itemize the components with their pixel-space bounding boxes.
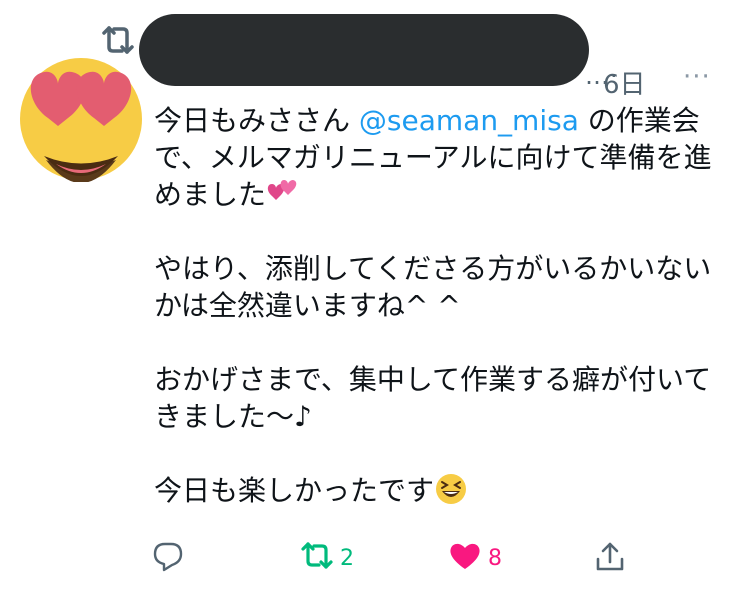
- tweet-line: きました〜♪: [154, 400, 312, 433]
- like-button[interactable]: 8: [448, 540, 502, 576]
- tweet-line: 今日も楽しかったです: [154, 472, 729, 509]
- more-options-icon[interactable]: ···: [683, 62, 711, 92]
- retweet-header-icon: [98, 20, 138, 60]
- avatar[interactable]: [18, 56, 144, 183]
- tweet-line: めました: [154, 176, 729, 213]
- tweet-text: 今日も楽しかったです: [154, 474, 435, 507]
- heart-icon: [448, 540, 482, 576]
- reply-button[interactable]: [152, 540, 184, 576]
- share-button[interactable]: [593, 540, 627, 578]
- retweet-button[interactable]: 2: [300, 540, 354, 576]
- reply-icon: [152, 540, 184, 576]
- tweet-text: めました: [154, 178, 267, 211]
- retweet-icon: [300, 540, 334, 576]
- like-count: 8: [488, 545, 502, 571]
- grinning-squinting-face-icon: [434, 472, 468, 515]
- redacted-username: [139, 14, 589, 86]
- tweet-line: やはり、添削してくださる方がいるかいない: [154, 252, 712, 285]
- mention-link[interactable]: @seaman_misa: [359, 104, 579, 137]
- heart-eyes-face-icon: [20, 58, 142, 183]
- timestamp[interactable]: 6日: [603, 64, 646, 101]
- tweet-body: 今日もみささん @seaman_misa の作業会 で、メルマガリニューアルに向…: [154, 102, 729, 509]
- share-icon: [593, 540, 627, 578]
- two-hearts-icon: [266, 176, 300, 219]
- tweet-line: で、メルマガリニューアルに向けて準備を進: [154, 141, 712, 174]
- retweet-count: 2: [340, 545, 354, 571]
- tweet-line: かは全然違いますね^ ^: [154, 289, 461, 322]
- tweet-line: おかげさまで、集中して作業する癖が付いて: [154, 363, 712, 396]
- tweet-text: の作業会: [578, 104, 700, 137]
- tweet-line: 今日もみささん @seaman_misa の作業会: [154, 102, 729, 139]
- tweet-text: 今日もみささん: [154, 104, 359, 137]
